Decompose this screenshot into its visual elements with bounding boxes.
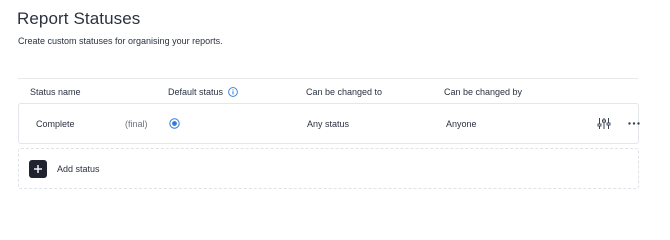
report-statuses-page: Report Statuses Create custom statuses f…	[0, 0, 670, 200]
add-status-label[interactable]: Add status	[57, 164, 100, 174]
status-name: Complete	[36, 119, 75, 129]
can-be-changed-to-value: Any status	[307, 119, 350, 129]
radio-selected-icon	[169, 118, 180, 129]
column-header-default-status-label: Default status	[168, 87, 224, 97]
column-header-can-be-changed-to: Can be changed to	[306, 87, 383, 97]
can-be-changed-by-value: Anyone	[446, 119, 477, 129]
default-status-radio[interactable]	[169, 118, 180, 129]
column-header-status-name: Status name	[30, 87, 81, 97]
table-row-complete: Complete (final) Any status Anyone	[18, 103, 641, 144]
column-header-can-be-changed-by: Can be changed by	[444, 87, 523, 97]
more-horizontal-icon[interactable]	[627, 117, 641, 130]
page-subtitle: Create custom statuses for organising yo…	[18, 36, 223, 46]
add-status-button[interactable]	[29, 160, 47, 178]
table-header: Status name Default status Can be change…	[18, 78, 638, 103]
plus-icon	[34, 165, 42, 173]
sliders-icon[interactable]	[597, 117, 611, 130]
page-title: Report Statuses	[17, 9, 141, 28]
info-icon[interactable]	[228, 87, 238, 97]
status-final-tag: (final)	[125, 119, 148, 129]
add-status-row[interactable]: Add status	[18, 148, 639, 189]
column-header-default-status: Default status	[168, 87, 238, 97]
